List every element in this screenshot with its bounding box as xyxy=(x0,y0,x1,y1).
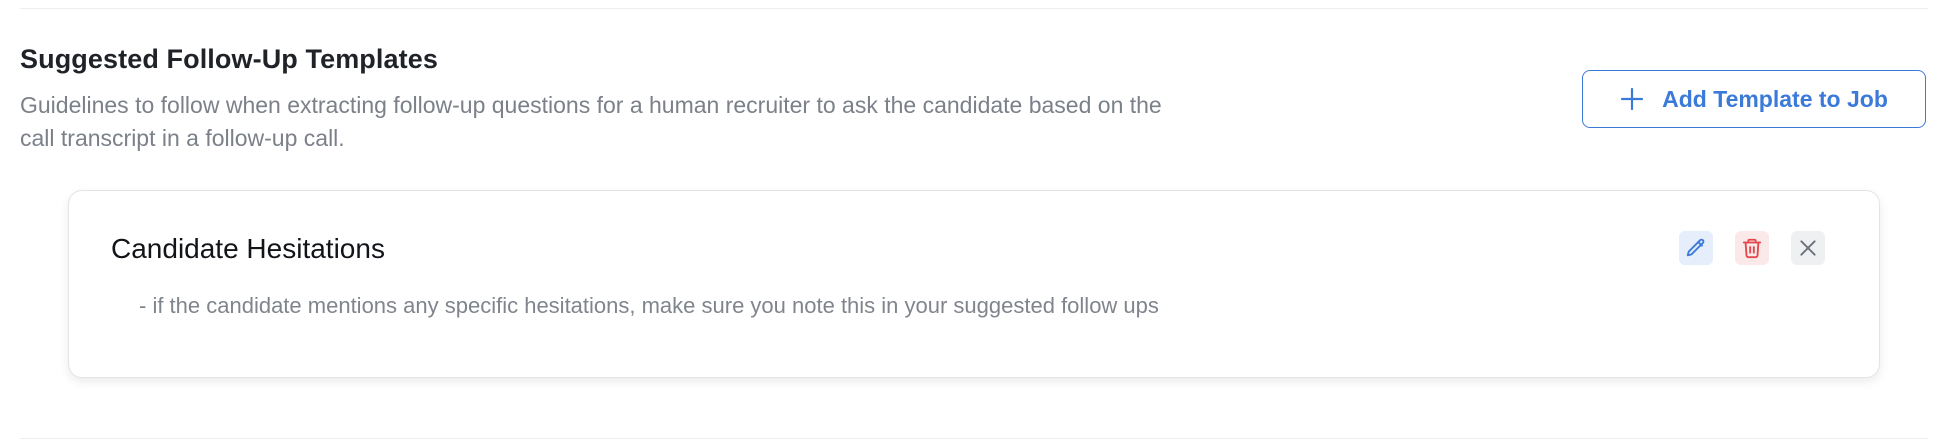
pencil-icon xyxy=(1685,237,1707,259)
add-template-label: Add Template to Job xyxy=(1662,85,1888,112)
remove-template-button[interactable] xyxy=(1791,231,1825,265)
top-divider xyxy=(20,8,1928,9)
delete-template-button[interactable] xyxy=(1735,231,1769,265)
edit-template-button[interactable] xyxy=(1679,231,1713,265)
trash-icon xyxy=(1741,237,1763,259)
template-body: - if the candidate mentions any specific… xyxy=(139,293,1159,318)
template-card: Candidate Hesitations - if the candidate… xyxy=(68,190,1880,378)
bottom-divider xyxy=(20,438,1928,439)
section-title: Suggested Follow-Up Templates xyxy=(20,44,438,74)
add-template-to-job-button[interactable]: Add Template to Job xyxy=(1582,70,1926,128)
section-header: Suggested Follow-Up Templates Guidelines… xyxy=(20,44,1180,155)
close-icon xyxy=(1798,238,1818,258)
template-title: Candidate Hesitations xyxy=(111,233,385,264)
plus-icon xyxy=(1620,87,1644,111)
section-description: Guidelines to follow when extracting fol… xyxy=(20,92,1162,151)
template-actions xyxy=(1679,231,1825,265)
follow-up-templates-section: Suggested Follow-Up Templates Guidelines… xyxy=(0,0,1952,440)
